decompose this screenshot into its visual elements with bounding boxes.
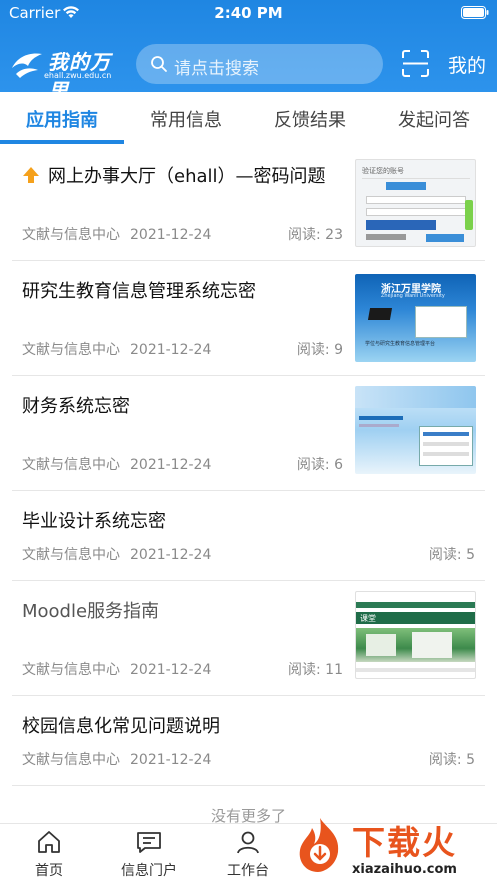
item-reads: 阅读: 6 — [296, 457, 343, 473]
item-meta: 文献与信息中心 2021-12-24 — [22, 454, 211, 474]
item-thumbnail — [355, 386, 476, 474]
item-thumbnail: 浙江万里学院 Zhejiang Wanli University 学位与研究生教… — [355, 274, 476, 362]
item-title: Moodle服务指南 — [22, 601, 160, 622]
list-item[interactable]: Moodle服务指南 文献与信息中心 2021-12-24 阅读: 11 课堂 — [12, 581, 485, 696]
list-item[interactable]: 财务系统忘密 文献与信息中心 2021-12-24 阅读: 6 — [12, 376, 485, 491]
item-date: 2021-12-24 — [130, 342, 212, 358]
user-icon — [237, 831, 259, 854]
scan-icon[interactable] — [402, 50, 429, 77]
item-date: 2021-12-24 — [130, 457, 212, 473]
list-item[interactable]: 毕业设计系统忘密 文献与信息中心 2021-12-24 阅读: 5 — [12, 491, 485, 581]
item-reads: 阅读: 11 — [288, 662, 343, 678]
message-icon — [137, 832, 161, 853]
active-tab-indicator — [0, 140, 124, 144]
bird-logo-icon — [12, 53, 42, 78]
list-item[interactable]: 校园信息化常见问题说明 文献与信息中心 2021-12-24 阅读: 5 — [12, 696, 485, 786]
search-bar[interactable]: 请点击搜索 — [136, 44, 383, 84]
nav-info-portal[interactable]: 信息门户 — [109, 830, 189, 880]
item-title: 研究生教育信息管理系统忘密 — [22, 281, 256, 302]
tab-common-info[interactable]: 常用信息 — [150, 106, 222, 132]
item-meta: 文献与信息中心 2021-12-24 — [22, 544, 211, 564]
item-date: 2021-12-24 — [130, 547, 212, 563]
status-bar: Carrier 2:40 PM — [0, 0, 497, 26]
item-reads: 阅读: 9 — [296, 342, 343, 358]
thumb-caption: 验证您的账号 — [362, 167, 404, 175]
list-item[interactable]: 研究生教育信息管理系统忘密 文献与信息中心 2021-12-24 阅读: 9 浙江… — [12, 261, 485, 376]
thumb-subcaption: Zhejiang Wanli University — [381, 293, 445, 299]
status-time: 2:40 PM — [214, 4, 283, 22]
tab-app-guide[interactable]: 应用指南 — [26, 106, 98, 132]
flame-logo-icon — [299, 818, 339, 872]
app-header: Carrier 2:40 PM 我的万里 ehall.zwu.edu.cn 请点… — [0, 0, 497, 103]
item-reads: 阅读: 23 — [288, 227, 343, 243]
nav-workbench[interactable]: 工作台 — [208, 830, 288, 880]
item-thumbnail: 课堂 — [355, 591, 476, 679]
home-icon — [38, 831, 60, 853]
item-source: 文献与信息中心 — [22, 227, 120, 243]
watermark-text: 下载火 — [352, 823, 457, 862]
item-title: 网上办事大厅（ehall）—密码问题 — [22, 162, 326, 188]
watermark: 下载火 xiazaihuo.com — [290, 812, 497, 883]
item-date: 2021-12-24 — [130, 752, 212, 768]
tab-ask-question[interactable]: 发起问答 — [398, 106, 470, 132]
item-reads: 阅读: 5 — [428, 752, 475, 768]
nav-home[interactable]: 首页 — [9, 830, 89, 880]
item-title: 校园信息化常见问题说明 — [22, 716, 220, 737]
item-title: 毕业设计系统忘密 — [22, 511, 166, 532]
mine-link[interactable]: 我的 — [448, 51, 486, 78]
item-meta: 文献与信息中心 2021-12-24 — [22, 749, 211, 769]
item-source: 文献与信息中心 — [22, 752, 120, 768]
item-source: 文献与信息中心 — [22, 547, 120, 563]
thumb-caption: 课堂 — [360, 614, 376, 623]
item-title: 财务系统忘密 — [22, 396, 130, 417]
search-icon — [151, 56, 167, 72]
logo-url: ehall.zwu.edu.cn — [44, 71, 112, 80]
app-bar: 我的万里 ehall.zwu.edu.cn 请点击搜索 我的 — [0, 36, 497, 103]
watermark-url: xiazaihuo.com — [352, 862, 457, 877]
pinned-arrow-up-icon — [23, 167, 39, 183]
item-reads: 阅读: 5 — [428, 547, 475, 563]
nav-home-label: 首页 — [35, 863, 63, 879]
app-logo[interactable]: 我的万里 ehall.zwu.edu.cn — [10, 44, 122, 103]
item-date: 2021-12-24 — [130, 662, 212, 678]
tab-bar: 应用指南 常用信息 反馈结果 发起问答 — [0, 92, 497, 144]
tab-feedback-results[interactable]: 反馈结果 — [274, 106, 346, 132]
item-thumbnail: 验证您的账号 — [355, 159, 476, 247]
item-meta: 文献与信息中心 2021-12-24 — [22, 659, 211, 679]
item-source: 文献与信息中心 — [22, 342, 120, 358]
search-placeholder: 请点击搜索 — [174, 59, 259, 79]
item-source: 文献与信息中心 — [22, 457, 120, 473]
item-source: 文献与信息中心 — [22, 662, 120, 678]
item-meta: 文献与信息中心 2021-12-24 — [22, 339, 211, 359]
item-meta: 文献与信息中心 2021-12-24 — [22, 224, 211, 244]
item-date: 2021-12-24 — [130, 227, 212, 243]
item-title-text: 网上办事大厅（ehall）—密码问题 — [48, 166, 326, 187]
nav-info-portal-label: 信息门户 — [121, 863, 177, 879]
nav-workbench-label: 工作台 — [227, 863, 269, 879]
list-item[interactable]: 网上办事大厅（ehall）—密码问题 文献与信息中心 2021-12-24 阅读:… — [12, 146, 485, 261]
thumb-caption-bottom: 学位与研究生教育信息管理平台 — [365, 341, 436, 347]
battery-icon — [461, 6, 489, 19]
